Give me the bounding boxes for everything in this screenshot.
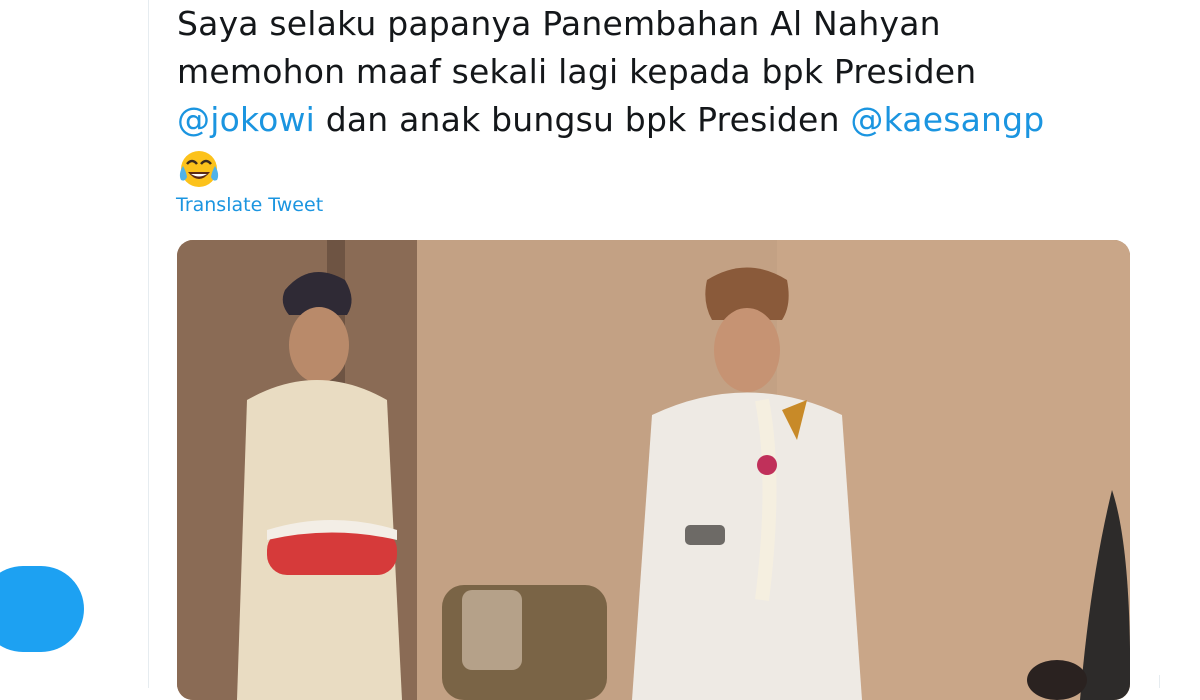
mention-kaesangp-link[interactable]: @kaesangp [850, 100, 1044, 139]
face-with-tears-of-joy-icon [177, 146, 221, 190]
tweet-text-line-3: @jokowi dan anak bungsu bpk Presiden @ka… [177, 96, 1137, 144]
translate-tweet-link[interactable]: Translate Tweet [176, 194, 323, 216]
tweet-text-middle: dan anak bungsu bpk Presiden [315, 100, 850, 139]
mention-jokowi-link[interactable]: @jokowi [177, 100, 315, 139]
tweet-text-line-1: Saya selaku papanya Panembahan Al Nahyan [177, 0, 1137, 48]
right-sidebar-background [1159, 0, 1200, 675]
tweet-photo[interactable] [177, 240, 1130, 700]
tweet-text: Saya selaku papanya Panembahan Al Nahyan… [177, 0, 1137, 203]
tweet-text-line-2: memohon maaf sekali lagi kepada bpk Pres… [177, 48, 1137, 96]
tweet-button[interactable] [0, 566, 84, 652]
